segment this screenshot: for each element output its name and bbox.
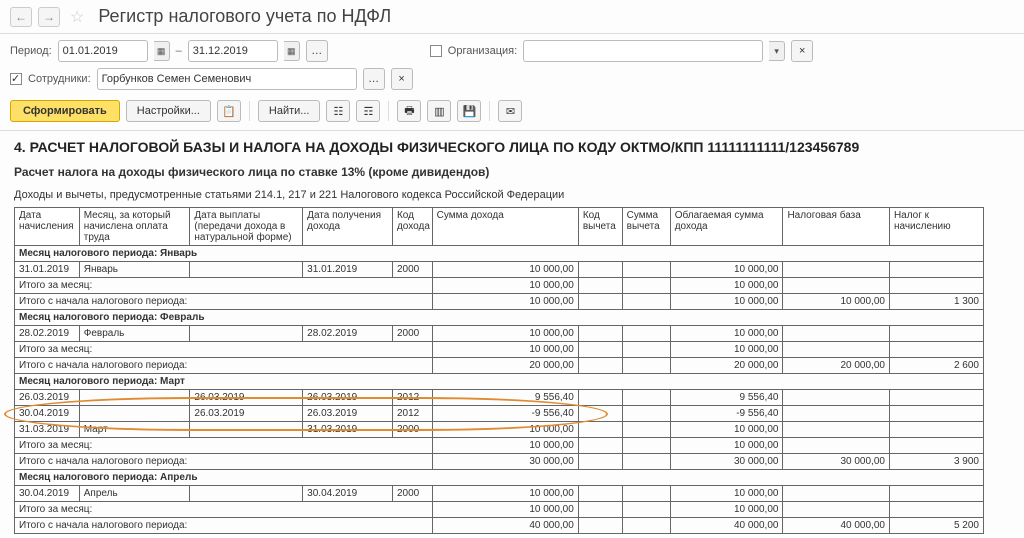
org-clear-button[interactable]: × bbox=[791, 40, 813, 62]
date-to-input[interactable]: 31.12.2019 bbox=[188, 40, 278, 62]
table-row: Месяц налогового периода: Февраль bbox=[15, 310, 984, 326]
report-note: Доходы и вычеты, предусмотренные статьям… bbox=[14, 189, 1010, 201]
collapse-groups-icon[interactable]: ☶ bbox=[356, 100, 380, 122]
org-checkbox[interactable] bbox=[430, 45, 442, 57]
org-label: Организация: bbox=[448, 45, 517, 57]
report-table: Дата начисленияМесяц, за который начисле… bbox=[14, 207, 984, 534]
date-to-picker-icon[interactable]: ▦ bbox=[284, 41, 300, 61]
col-header: Облагаемая сумма дохода bbox=[670, 208, 783, 246]
nav-forward-button[interactable]: → bbox=[38, 7, 60, 27]
email-icon[interactable]: ✉ bbox=[498, 100, 522, 122]
print-icon[interactable]: 🖶 bbox=[397, 100, 421, 122]
table-row: Итого с начала налогового периода:20 000… bbox=[15, 358, 984, 374]
nav-back-button[interactable]: ← bbox=[10, 7, 32, 27]
col-header: Сумма дохода bbox=[432, 208, 578, 246]
col-header: Дата выплаты (передачи дохода в натураль… bbox=[190, 208, 303, 246]
page-title: Регистр налогового учета по НДФЛ bbox=[98, 6, 391, 27]
table-row: Итого за месяц:10 000,0010 000,00 bbox=[15, 342, 984, 358]
table-row: Итого с начала налогового периода:30 000… bbox=[15, 454, 984, 470]
report-area: 4. РАСЧЕТ НАЛОГОВОЙ БАЗЫ И НАЛОГА НА ДОХ… bbox=[0, 131, 1024, 538]
emp-checkbox[interactable] bbox=[10, 73, 22, 85]
period-label: Период: bbox=[10, 45, 52, 57]
table-row: 30.04.201926.03.201926.03.20192012-9 556… bbox=[15, 406, 984, 422]
col-header: Налог к начислению bbox=[889, 208, 983, 246]
emp-more-button[interactable]: … bbox=[363, 68, 385, 90]
copy-icon[interactable]: 📋 bbox=[217, 100, 241, 122]
date-from-input[interactable]: 01.01.2019 bbox=[58, 40, 148, 62]
emp-input[interactable]: Горбунков Семен Семенович bbox=[97, 68, 357, 90]
col-header: Сумма вычета bbox=[622, 208, 670, 246]
table-row: 31.01.2019Январь31.01.2019200010 000,001… bbox=[15, 262, 984, 278]
col-header: Дата получения дохода bbox=[303, 208, 393, 246]
table-row: 30.04.2019Апрель30.04.2019200010 000,001… bbox=[15, 486, 984, 502]
emp-label: Сотрудники: bbox=[28, 73, 91, 85]
col-header: Дата начисления bbox=[15, 208, 80, 246]
emp-clear-button[interactable]: × bbox=[391, 68, 413, 90]
report-title: 4. РАСЧЕТ НАЛОГОВОЙ БАЗЫ И НАЛОГА НА ДОХ… bbox=[14, 139, 1010, 155]
expand-groups-icon[interactable]: ☷ bbox=[326, 100, 350, 122]
table-row: Итого за месяц:10 000,0010 000,00 bbox=[15, 438, 984, 454]
table-row: Итого за месяц:10 000,0010 000,00 bbox=[15, 502, 984, 518]
date-from-picker-icon[interactable]: ▦ bbox=[154, 41, 170, 61]
table-row: Месяц налогового периода: Апрель bbox=[15, 470, 984, 486]
table-row: Месяц налогового периода: Январь bbox=[15, 246, 984, 262]
period-dash: – bbox=[176, 45, 182, 57]
table-row: Итого за месяц:10 000,0010 000,00 bbox=[15, 278, 984, 294]
table-row: 31.03.2019Март31.03.2019200010 000,0010 … bbox=[15, 422, 984, 438]
report-subtitle: Расчет налога на доходы физического лица… bbox=[14, 165, 1010, 179]
org-dropdown-icon[interactable]: ▾ bbox=[769, 41, 785, 61]
toolbar-sep bbox=[249, 101, 250, 121]
save-icon[interactable]: 💾 bbox=[457, 100, 481, 122]
table-row: Итого с начала налогового периода:40 000… bbox=[15, 518, 984, 534]
period-more-button[interactable]: … bbox=[306, 40, 328, 62]
settings-button[interactable]: Настройки... bbox=[126, 100, 211, 122]
favorite-star-icon[interactable]: ☆ bbox=[70, 7, 84, 27]
table-row: 28.02.2019Февраль28.02.2019200010 000,00… bbox=[15, 326, 984, 342]
preview-icon[interactable]: ▥ bbox=[427, 100, 451, 122]
toolbar-sep3 bbox=[489, 101, 490, 121]
toolbar-sep2 bbox=[388, 101, 389, 121]
col-header: Налоговая база bbox=[783, 208, 890, 246]
col-header: Код вычета bbox=[578, 208, 622, 246]
find-button[interactable]: Найти... bbox=[258, 100, 321, 122]
org-input[interactable] bbox=[523, 40, 763, 62]
table-row: 26.03.201926.03.201926.03.201920129 556,… bbox=[15, 390, 984, 406]
table-row: Итого с начала налогового периода:10 000… bbox=[15, 294, 984, 310]
col-header: Код дохода bbox=[392, 208, 432, 246]
col-header: Месяц, за который начислена оплата труда bbox=[79, 208, 190, 246]
form-button[interactable]: Сформировать bbox=[10, 100, 120, 122]
table-row: Месяц налогового периода: Март bbox=[15, 374, 984, 390]
